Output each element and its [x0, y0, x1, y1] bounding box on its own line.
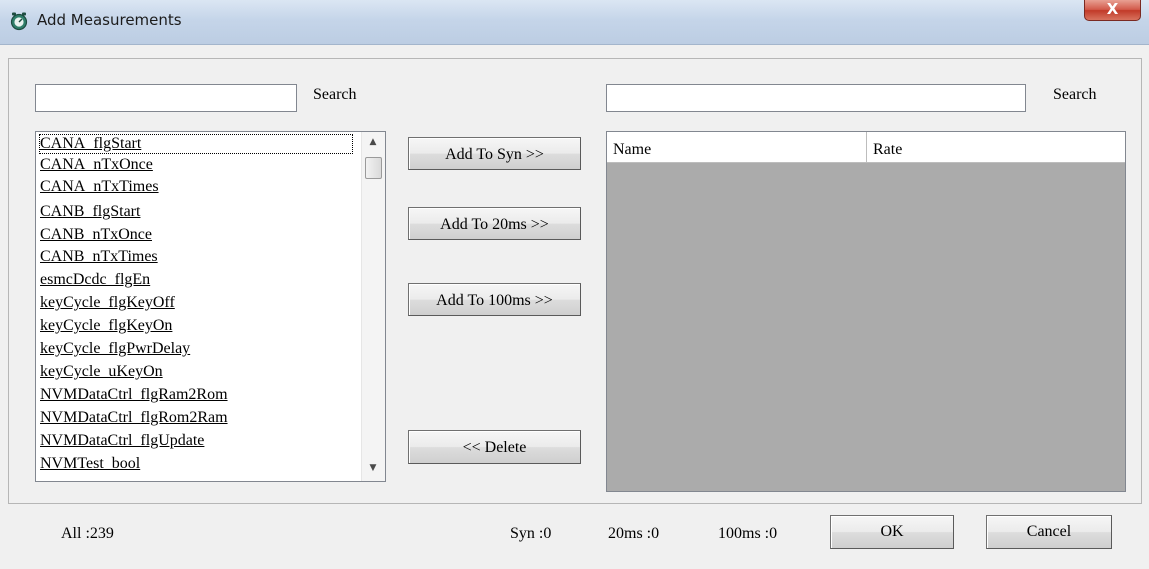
list-item[interactable]: keyCycle_flgKeyOff	[40, 293, 175, 313]
window-title: Add Measurements	[37, 11, 182, 29]
add-to-100ms-button[interactable]: Add To 100ms >>	[408, 283, 581, 316]
close-button[interactable]: X	[1084, 0, 1141, 21]
column-header-name[interactable]: Name	[607, 132, 867, 162]
list-item[interactable]: CANA_nTxTimes	[40, 177, 159, 197]
list-item[interactable]: CANA_nTxOnce	[40, 155, 153, 175]
column-header-rate[interactable]: Rate	[867, 132, 1125, 162]
list-item[interactable]: NVMDataCtrl_flgUpdate	[40, 431, 204, 451]
right-search-label: Search	[1053, 86, 1097, 103]
title-bar: Add Measurements X	[0, 0, 1149, 45]
selected-measurements-grid[interactable]: Name Rate	[606, 131, 1126, 492]
left-search-label: Search	[313, 86, 357, 103]
list-item[interactable]: NVMTest_bool	[40, 454, 140, 474]
scroll-up-icon[interactable]: ▲	[362, 133, 384, 151]
scroll-thumb[interactable]	[365, 157, 382, 179]
delete-button[interactable]: << Delete	[408, 430, 581, 464]
list-item[interactable]: CANB_nTxTimes	[40, 247, 158, 267]
100ms-count: 100ms :0	[718, 525, 778, 542]
add-to-20ms-button[interactable]: Add To 20ms >>	[408, 207, 581, 240]
list-item[interactable]: keyCycle_flgPwrDelay	[40, 339, 190, 359]
list-item[interactable]: CANB_flgStart	[40, 202, 140, 222]
measurement-list[interactable]: CANA_flgStart CANA_nTxOnce CANA_nTxTimes…	[35, 131, 386, 482]
app-icon	[10, 12, 28, 31]
ok-button[interactable]: OK	[830, 515, 954, 549]
syn-count: Syn :0	[510, 525, 552, 542]
list-item[interactable]: NVMDataCtrl_flgRam2Rom	[40, 385, 228, 405]
list-item[interactable]: keyCycle_flgKeyOn	[40, 316, 172, 336]
left-search-input[interactable]	[35, 84, 297, 112]
all-count: All :239	[61, 525, 114, 542]
close-icon: X	[1106, 0, 1119, 18]
add-to-syn-button[interactable]: Add To Syn >>	[408, 137, 581, 170]
list-item[interactable]: CANB_nTxOnce	[40, 225, 152, 245]
list-item[interactable]: CANA_flgStart	[39, 134, 353, 154]
list-item[interactable]: NVMDataCtrl_flgRom2Ram	[40, 408, 228, 428]
20ms-count: 20ms :0	[608, 525, 660, 542]
list-item[interactable]: esmcDcdc_flgEn	[40, 270, 150, 290]
scroll-down-icon[interactable]: ▼	[362, 459, 384, 477]
grid-header: Name Rate	[607, 132, 1125, 163]
list-scrollbar[interactable]: ▲ ▼	[361, 132, 385, 481]
right-search-input[interactable]	[606, 84, 1026, 112]
cancel-button[interactable]: Cancel	[986, 515, 1112, 549]
list-item[interactable]: keyCycle_uKeyOn	[40, 362, 163, 382]
